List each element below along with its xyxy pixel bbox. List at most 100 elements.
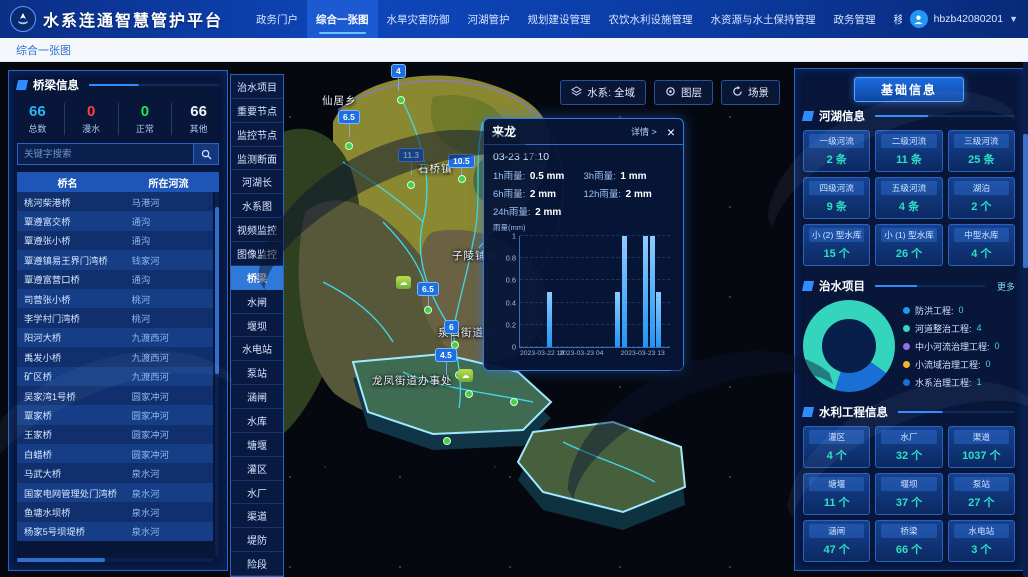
info-card-label: 桥梁 bbox=[881, 524, 936, 538]
layer-menu-item[interactable]: 治水项目 bbox=[231, 75, 283, 99]
nav-tab[interactable]: 规划建设管理 bbox=[519, 0, 600, 38]
table-row[interactable]: 杨家5号坝堤桥泉水河 bbox=[17, 522, 213, 541]
vertical-scrollbar[interactable] bbox=[215, 192, 219, 556]
table-row[interactable]: 覃遵富交桥通沟 bbox=[17, 211, 213, 230]
chart-x-tick: 2023-03-23 04 bbox=[559, 350, 603, 357]
search-input[interactable] bbox=[17, 143, 193, 165]
search-button[interactable] bbox=[193, 143, 219, 165]
legend-dot-icon bbox=[903, 343, 910, 350]
chart-bar bbox=[656, 292, 661, 348]
map-tool-marker[interactable]: 图层 bbox=[654, 80, 713, 105]
map-town-label: 仙居乡 bbox=[322, 93, 357, 108]
bridge-name-cell: 覃家桥 bbox=[17, 408, 126, 422]
table-row[interactable]: 禹发小桥九渡西河 bbox=[17, 347, 213, 366]
nav-tab[interactable]: 政务门户 bbox=[247, 0, 307, 38]
layer-menu-item[interactable]: 图像监控 bbox=[231, 242, 283, 266]
layer-menu-item[interactable]: 视频监控 bbox=[231, 218, 283, 242]
river-name-cell: 九渡西河 bbox=[126, 330, 213, 344]
popup-detail-link[interactable]: 详情 > bbox=[631, 125, 657, 138]
map-value-marker[interactable]: 4.5 bbox=[435, 348, 457, 362]
bridge-name-cell: 覃遵富交桥 bbox=[17, 214, 126, 228]
nav-tab[interactable]: 水资源与水土保持管理 bbox=[702, 0, 825, 38]
map-value-marker[interactable]: 11.3 bbox=[398, 148, 424, 162]
info-card-value: 15 个 bbox=[806, 245, 867, 261]
info-card-value: 2 个 bbox=[951, 198, 1012, 214]
table-row[interactable]: 李学村门湾桥桃河 bbox=[17, 308, 213, 327]
layer-menu-item[interactable]: 河湖长 bbox=[231, 170, 283, 194]
layer-menu-item[interactable]: 堤防 bbox=[231, 528, 283, 552]
map-value-marker[interactable]: 10.5 bbox=[448, 154, 475, 168]
map-tool-scene[interactable]: 场景 bbox=[721, 80, 780, 105]
weather-station-icon[interactable]: ☁ bbox=[458, 369, 473, 382]
info-card-value: 1037 个 bbox=[951, 447, 1012, 463]
bridge-stat: 0漫水 bbox=[65, 103, 119, 135]
legend-item: 防洪工程:0 bbox=[903, 304, 1015, 317]
basic-info-panel: 基础信息 河湖信息 一级河流2 条二级河流11 条三级河流25 条四级河流9 条… bbox=[794, 68, 1024, 571]
weather-station-icon[interactable]: ☁ bbox=[396, 276, 411, 289]
table-row[interactable]: 桃河柴港桥马港河 bbox=[17, 192, 213, 211]
layer-menu-item[interactable]: 塘堰 bbox=[231, 433, 283, 457]
table-row[interactable]: 国家电网管理处门湾桥泉水河 bbox=[17, 483, 213, 502]
layer-menu-item[interactable]: 堰坝 bbox=[231, 314, 283, 338]
layer-menu-item[interactable]: 灌区 bbox=[231, 457, 283, 481]
info-card: 小 (2) 型水库15 个 bbox=[803, 224, 870, 266]
river-name-cell: 圆家冲河 bbox=[126, 427, 213, 441]
table-row[interactable]: 覃遵张小桥通沟 bbox=[17, 231, 213, 250]
map-tool-layers[interactable]: 水系: 全域 bbox=[560, 80, 646, 105]
chart-x-tick: 2023-03-23 13 bbox=[621, 350, 665, 357]
layer-menu-item[interactable]: 水系图 bbox=[231, 194, 283, 218]
table-row[interactable]: 马武大桥泉水河 bbox=[17, 463, 213, 482]
bridge-name-cell: 矿区桥 bbox=[17, 369, 126, 383]
more-link[interactable]: 更多 bbox=[997, 280, 1015, 293]
layer-menu-item[interactable]: 水电站 bbox=[231, 337, 283, 361]
tool-label: 图层 bbox=[681, 85, 702, 100]
nav-tab[interactable]: 农饮水利设施管理 bbox=[600, 0, 702, 38]
rain-metric-value: 0.5 mm bbox=[530, 171, 564, 182]
map-value-marker[interactable]: 6.5 bbox=[338, 110, 360, 124]
map-value-marker[interactable]: 4 bbox=[391, 64, 406, 78]
info-card: 桥梁66 个 bbox=[875, 520, 942, 562]
map-value-marker[interactable]: 6 bbox=[444, 320, 459, 334]
layer-menu-item[interactable]: 监测断面 bbox=[231, 147, 283, 171]
table-row[interactable]: 白蜡桥圆家冲河 bbox=[17, 444, 213, 463]
table-row[interactable]: 覃家桥圆家冲河 bbox=[17, 405, 213, 424]
layer-menu-item[interactable]: 桥梁 bbox=[231, 266, 283, 290]
right-scrollbar[interactable] bbox=[1023, 62, 1028, 577]
table-row[interactable]: 鱼塘水坝桥泉水河 bbox=[17, 502, 213, 521]
info-card-label: 三级河流 bbox=[954, 134, 1009, 148]
horizontal-scrollbar[interactable] bbox=[17, 558, 213, 562]
map-value-marker[interactable]: 6.5 bbox=[417, 282, 439, 296]
layer-menu-item[interactable]: 泵站 bbox=[231, 361, 283, 385]
chart-bar bbox=[650, 236, 655, 347]
layer-menu-item[interactable]: 涵闸 bbox=[231, 385, 283, 409]
bridge-name-cell: 杨家5号坝堤桥 bbox=[17, 524, 126, 538]
nav-tab[interactable]: 移民工作管理 bbox=[885, 0, 902, 38]
breadcrumb-bar: 综合一张图 bbox=[0, 38, 1028, 62]
table-row[interactable]: 吴家湾1号桥圆家冲河 bbox=[17, 386, 213, 405]
table-row[interactable]: 王家桥圆家冲河 bbox=[17, 425, 213, 444]
layer-menu-item[interactable]: 水库 bbox=[231, 409, 283, 433]
brand: 水系连通智慧管护平台 bbox=[10, 6, 223, 32]
nav-tab[interactable]: 政务管理 bbox=[825, 0, 885, 38]
layer-menu-item[interactable]: 水闸 bbox=[231, 290, 283, 314]
layer-menu-item[interactable]: 水厂 bbox=[231, 481, 283, 505]
nav-tab[interactable]: 河湖管护 bbox=[459, 0, 519, 38]
nav-tab[interactable]: 水旱灾害防御 bbox=[378, 0, 459, 38]
user-menu[interactable]: hbzb42080201 ▼ bbox=[910, 10, 1018, 28]
layer-menu-item[interactable]: 监控节点 bbox=[231, 123, 283, 147]
nav-tab[interactable]: 综合一张图 bbox=[307, 0, 378, 38]
table-row[interactable]: 覃遵镇易王界门湾桥钱家河 bbox=[17, 250, 213, 269]
layer-menu-item[interactable]: 重要节点 bbox=[231, 99, 283, 123]
close-icon[interactable]: × bbox=[667, 125, 675, 139]
info-card: 四级河流9 条 bbox=[803, 177, 870, 219]
layer-menu-item[interactable]: 渠道 bbox=[231, 504, 283, 528]
table-row[interactable]: 覃遵富营口桥通沟 bbox=[17, 270, 213, 289]
basic-info-header-button[interactable]: 基础信息 bbox=[854, 77, 964, 102]
breadcrumb[interactable]: 综合一张图 bbox=[16, 42, 71, 58]
info-card-label: 湖泊 bbox=[954, 181, 1009, 195]
layer-menu-item[interactable]: 险段 bbox=[231, 552, 283, 576]
chart-y-tick: 0.8 bbox=[506, 254, 520, 263]
table-row[interactable]: 司营张小桥桃河 bbox=[17, 289, 213, 308]
table-row[interactable]: 矿区桥九渡西河 bbox=[17, 367, 213, 386]
table-row[interactable]: 阳河大桥九渡西河 bbox=[17, 328, 213, 347]
